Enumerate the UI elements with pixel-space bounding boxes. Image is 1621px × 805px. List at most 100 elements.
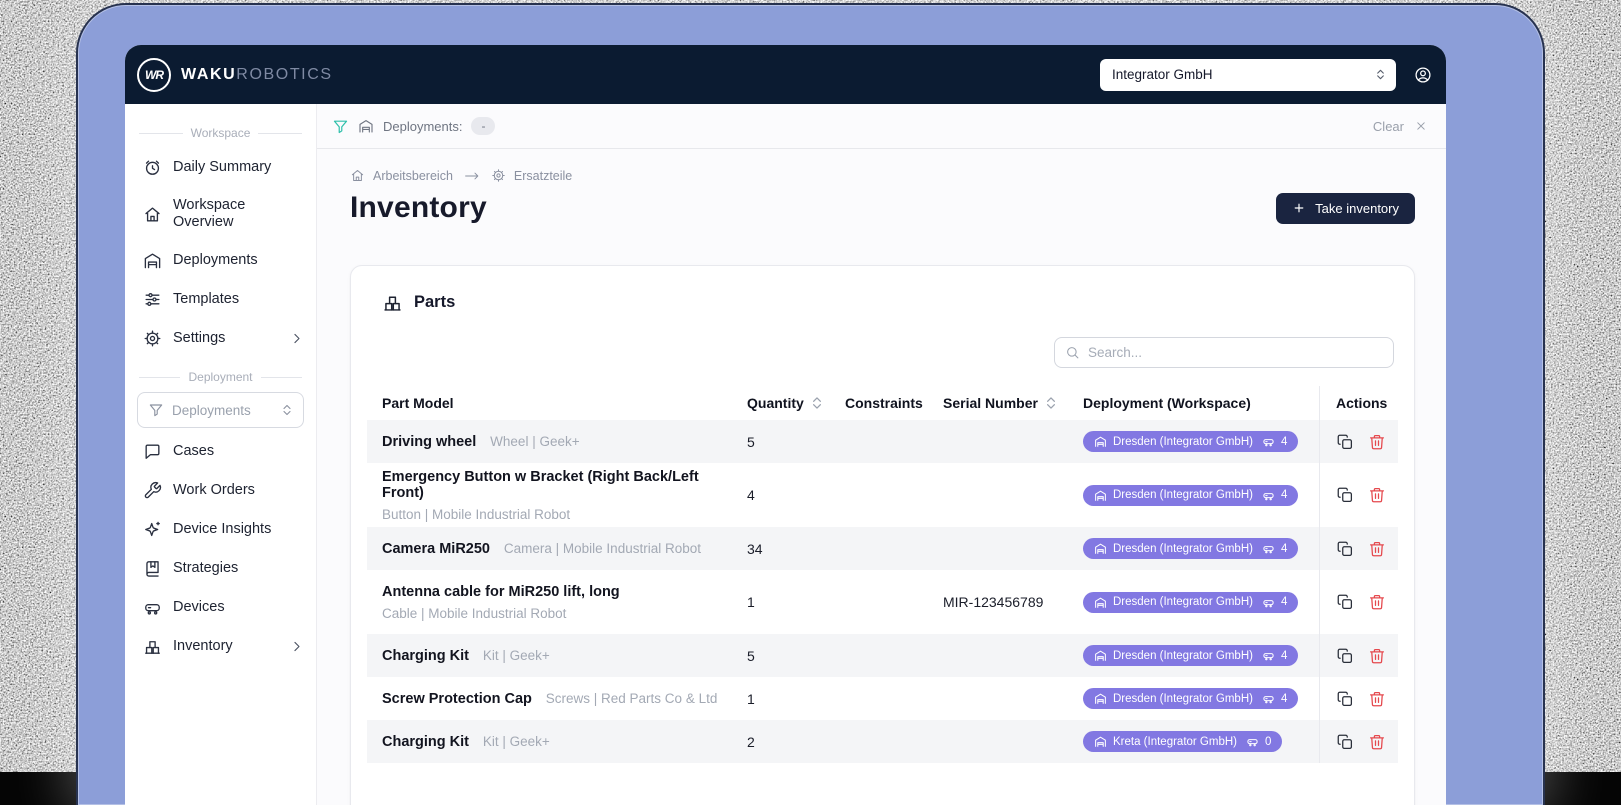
wrench-icon: [143, 481, 162, 500]
sidebar-item-label: Templates: [173, 290, 240, 307]
sidebar-item-device-insights[interactable]: Device Insights: [125, 510, 316, 549]
column-quantity[interactable]: Quantity: [747, 394, 845, 412]
boxes-icon: [382, 292, 403, 313]
sidebar-item-label: Strategies: [173, 559, 239, 576]
page-title: Inventory: [350, 191, 487, 224]
sidebar-item-label: Devices: [173, 598, 225, 615]
sidebar-item-inventory[interactable]: Inventory: [125, 627, 316, 666]
deployment-badge[interactable]: Dresden (Integrator GmbH) 4: [1083, 538, 1299, 559]
device-count: 4: [1280, 596, 1288, 608]
trash-icon[interactable]: [1368, 647, 1386, 665]
deployment-cell: Dresden (Integrator GmbH) 4: [1083, 645, 1319, 666]
table-row[interactable]: Driving wheel Wheel | Geek+ 5 Dresden (I…: [367, 420, 1398, 463]
sidebar-item-deployments[interactable]: Deployments: [125, 241, 316, 280]
trash-icon[interactable]: [1368, 486, 1386, 504]
copy-icon[interactable]: [1336, 486, 1354, 504]
deployment-cell: Dresden (Integrator GmbH) 4: [1083, 688, 1319, 709]
deployment-badge[interactable]: Dresden (Integrator GmbH) 4: [1083, 431, 1299, 452]
user-account-icon[interactable]: [1414, 66, 1432, 84]
filter-value-badge[interactable]: -: [471, 117, 496, 135]
deployments-filter-select[interactable]: Deployments: [137, 392, 304, 428]
table-row[interactable]: Charging Kit Kit | Geek+ 5 Dresden (Inte…: [367, 634, 1398, 677]
parts-card-title-label: Parts: [414, 293, 456, 311]
sidebar-item-devices[interactable]: Devices: [125, 588, 316, 627]
gear-icon: [491, 168, 506, 183]
copy-icon[interactable]: [1336, 433, 1354, 451]
part-quantity: 1: [747, 594, 755, 610]
search-icon: [1065, 345, 1080, 360]
robot-icon: [1262, 649, 1275, 662]
filter-label: Deployments:: [383, 118, 463, 134]
copy-icon[interactable]: [1336, 647, 1354, 665]
garage-icon: [143, 251, 162, 270]
chat-icon: [143, 442, 162, 461]
table-row[interactable]: Antenna cable for MiR250 lift, long Cabl…: [367, 570, 1398, 634]
trash-icon[interactable]: [1368, 733, 1386, 751]
workspace-selector[interactable]: Integrator GmbH: [1100, 58, 1396, 91]
deployment-name: Dresden (Integrator GmbH): [1113, 649, 1253, 662]
deployment-badge[interactable]: Dresden (Integrator GmbH) 4: [1083, 484, 1299, 506]
book-icon: [143, 559, 162, 578]
logo-monogram: WR: [137, 57, 171, 92]
trash-icon[interactable]: [1368, 593, 1386, 611]
breadcrumb-workspace[interactable]: Arbeitsbereich: [373, 169, 453, 183]
take-inventory-button[interactable]: Take inventory: [1276, 192, 1415, 224]
trash-icon[interactable]: [1368, 690, 1386, 708]
trash-icon[interactable]: [1368, 433, 1386, 451]
garage-icon: [1094, 542, 1107, 555]
column-quantity-label: Quantity: [747, 395, 804, 411]
table-header: Part Model Quantity Constraints Serial N…: [367, 386, 1398, 420]
sort-icon: [808, 394, 826, 412]
sidebar-item-settings[interactable]: Settings: [125, 319, 316, 358]
copy-icon[interactable]: [1336, 690, 1354, 708]
parts-card-title: Parts: [382, 292, 1398, 313]
sidebar-item-label: Daily Summary: [173, 158, 272, 175]
clock-icon: [143, 158, 162, 177]
part-model-cell: Camera MiR250 Camera | Mobile Industrial…: [367, 540, 747, 557]
parts-card: Parts Part Model Quantit: [350, 265, 1415, 805]
part-quantity: 34: [747, 540, 763, 557]
waku-robotics-logo[interactable]: WR WAKUROBOTICS: [137, 57, 333, 92]
sidebar-item-workspace-overview[interactable]: Workspace Overview: [125, 187, 316, 241]
part-category: Button | Mobile Industrial Robot: [382, 506, 571, 522]
device-count: 4: [1280, 692, 1288, 705]
home-icon: [350, 168, 365, 183]
close-icon[interactable]: [1414, 119, 1428, 133]
sidebar-item-label: Workspace Overview: [173, 196, 246, 230]
search-input[interactable]: [1088, 345, 1383, 360]
sidebar-item-label: Settings: [173, 329, 226, 346]
copy-icon[interactable]: [1336, 593, 1354, 611]
workspace-selector-value: Integrator GmbH: [1112, 67, 1213, 82]
part-quantity: 5: [747, 647, 755, 664]
part-model-cell: Antenna cable for MiR250 lift, long Cabl…: [367, 584, 747, 621]
robot-icon: [1262, 489, 1275, 502]
trash-icon[interactable]: [1368, 540, 1386, 558]
chevrons-up-down-icon: [1373, 67, 1388, 82]
deployment-badge[interactable]: Dresden (Integrator GmbH) 4: [1083, 591, 1299, 613]
table-row[interactable]: Charging Kit Kit | Geek+ 2 Kreta (Integr…: [367, 720, 1398, 763]
copy-icon[interactable]: [1336, 733, 1354, 751]
deployment-badge[interactable]: Dresden (Integrator GmbH) 4: [1083, 688, 1299, 709]
copy-icon[interactable]: [1336, 540, 1354, 558]
column-serial-number[interactable]: Serial Number: [943, 394, 1083, 412]
funnel-icon: [148, 402, 164, 418]
brand-light: ROBOTICS: [236, 65, 333, 83]
column-deployment: Deployment (Workspace): [1083, 395, 1251, 411]
sidebar-item-templates[interactable]: Templates: [125, 280, 316, 319]
sidebar-item-strategies[interactable]: Strategies: [125, 549, 316, 588]
sidebar-item-daily-summary[interactable]: Daily Summary: [125, 148, 316, 187]
actions-cell: [1319, 634, 1398, 677]
part-model-cell: Emergency Button w Bracket (Right Back/L…: [367, 469, 747, 522]
table-row[interactable]: Screw Protection Cap Screws | Red Parts …: [367, 677, 1398, 720]
chevrons-up-down-icon: [279, 402, 295, 418]
deployment-badge[interactable]: Kreta (Integrator GmbH) 0: [1083, 731, 1283, 752]
chevron-right-icon: [289, 331, 304, 346]
table-row[interactable]: Emergency Button w Bracket (Right Back/L…: [367, 463, 1398, 527]
garage-icon: [1094, 489, 1107, 502]
sidebar-item-work-orders[interactable]: Work Orders: [125, 471, 316, 510]
sidebar-item-cases[interactable]: Cases: [125, 432, 316, 471]
table-row[interactable]: Camera MiR250 Camera | Mobile Industrial…: [367, 527, 1398, 570]
clear-filters-button[interactable]: Clear: [1373, 119, 1404, 134]
deployment-badge[interactable]: Dresden (Integrator GmbH) 4: [1083, 645, 1299, 666]
sliders-icon: [143, 290, 162, 309]
